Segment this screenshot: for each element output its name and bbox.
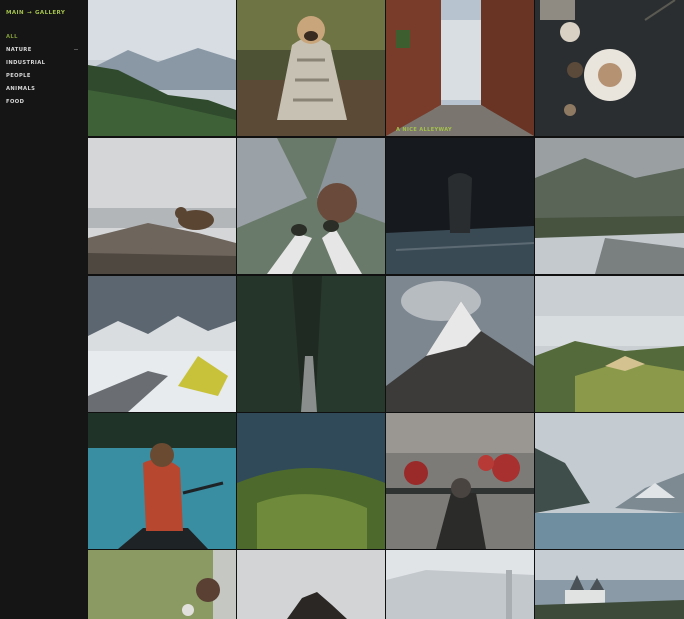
breadcrumb-current: GALLERY [35,10,66,16]
menu-item-label: FOOD [6,98,25,105]
breadcrumb: MAIN → GALLERY [6,10,65,16]
breadcrumb-arrow-icon: → [26,10,32,16]
photo-caption: A NICE ALLEYWAY [396,127,453,133]
photo-girl-in-canoe[interactable] [88,413,236,549]
photo-dark-rain-figure[interactable] [386,138,534,274]
photo-green-hills-fog[interactable] [535,276,684,412]
photo-grass-child[interactable] [88,550,236,619]
menu-item-nature[interactable]: NATURE [6,43,78,56]
menu-item-label: NATURE [6,46,32,53]
photo-rock-fog[interactable] [237,550,385,619]
photo-forest-road[interactable] [237,276,385,412]
photo-castle[interactable] [535,550,684,619]
photo-bear-on-rocks[interactable] [88,138,236,274]
menu-item-label: ALL [6,33,18,40]
menu-item-food[interactable]: FOOD [6,95,78,108]
photo-forest-aerial[interactable] [237,413,385,549]
menu-item-animals[interactable]: ANIMALS [6,82,78,95]
photo-snowy-frost[interactable] [386,550,534,619]
photo-food-table-dark[interactable] [535,0,684,136]
menu-item-label: INDUSTRIAL [6,59,46,66]
photo-snowy-tent[interactable] [88,276,236,412]
menu-item-all[interactable]: ALL [6,30,78,43]
photo-grid: A NICE ALLEYWAY [88,0,684,619]
menu-item-label: ANIMALS [6,85,36,92]
photo-pug-in-blanket[interactable] [237,0,385,136]
menu-item-industrial[interactable]: INDUSTRIAL [6,56,78,69]
photo-misty-river-valley[interactable] [535,138,684,274]
photo-feet-over-city[interactable] [237,138,385,274]
photo-flowers-balcony[interactable] [386,413,534,549]
photo-lake-mountains[interactable] [535,413,684,549]
collapse-dash-icon [74,49,78,50]
category-menu: ALL NATURE INDUSTRIAL PEOPLE ANIMALS FOO… [6,30,78,108]
photo-matterhorn-peak[interactable] [386,276,534,412]
menu-item-people[interactable]: PEOPLE [6,69,78,82]
breadcrumb-main[interactable]: MAIN [6,10,24,16]
photo-mountain-forest-valley[interactable] [88,0,236,136]
sidebar: MAIN → GALLERY ALL NATURE INDUSTRIAL PEO… [0,0,88,619]
photo-alleyway[interactable]: A NICE ALLEYWAY [386,0,534,136]
menu-item-label: PEOPLE [6,72,31,79]
